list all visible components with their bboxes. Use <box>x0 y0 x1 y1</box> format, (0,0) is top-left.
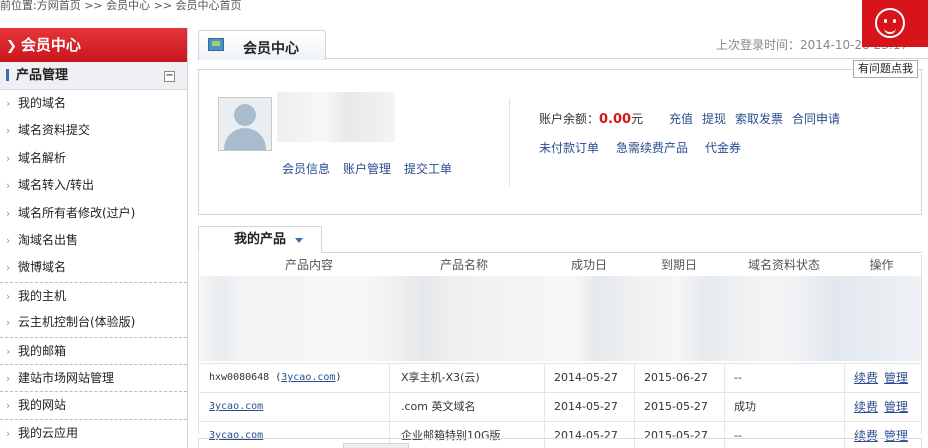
row-actions: 续费 管理 <box>854 393 914 422</box>
domain-link[interactable]: 3ycao.com <box>209 401 263 412</box>
sidebar-item-domain-sale[interactable]: 淘域名出售 <box>0 227 187 254</box>
unpaid-orders-link[interactable]: 未付款订单 <box>539 141 599 155</box>
balance-label: 账户余额： <box>539 112 600 126</box>
col-header-status: 域名资料状态 <box>747 258 820 272</box>
product-content: 3ycao.com <box>209 393 263 421</box>
product-name: X享主机-X3(云) <box>401 371 480 384</box>
row-actions: 续费 管理 <box>854 364 914 393</box>
col-header-content: 产品内容 <box>284 258 333 272</box>
products-tab-label: 我的产品 <box>234 232 287 247</box>
member-info-link[interactable]: 会员信息 <box>282 162 330 176</box>
account-panel: 会员信息 账户管理 提交工单 账户余额：0.00元 充值 提现 索取发票 合同申请 未付款… <box>198 69 922 215</box>
sidebar-item-domain-transfer[interactable]: 域名转入/转出 <box>0 172 187 199</box>
avatar-head-icon <box>234 104 256 126</box>
account-links: 会员信息 账户管理 提交工单 <box>282 160 465 177</box>
products-table: 产品内容 产品名称 成功日 到期日 域名资料状态 操作 hxw0080648 (… <box>198 254 922 448</box>
vouchers-link[interactable]: 代金券 <box>705 141 741 155</box>
blurred-rows <box>199 276 921 361</box>
renew-link[interactable]: 续费 <box>854 400 878 414</box>
balance-unit: 元 <box>631 112 644 126</box>
content-prefix: hxw0080648 ( <box>209 372 282 383</box>
order-links: 未付款订单 急需续费产品 代金券 <box>539 139 758 156</box>
cell-divider <box>544 364 545 392</box>
sidebar-group-product-management[interactable]: 产品管理 − <box>0 62 187 90</box>
sidebar-item-cloud-apps[interactable]: 我的云应用 <box>0 418 187 447</box>
cell-divider <box>389 393 390 421</box>
col-header-start: 成功日 <box>570 258 607 272</box>
tab-member-center[interactable]: 会员中心 <box>198 30 326 60</box>
tab-my-products[interactable]: 我的产品 <box>198 226 322 253</box>
cell-divider <box>844 364 845 392</box>
arrow-right-icon: ❯ <box>6 39 17 54</box>
withdraw-link[interactable]: 提现 <box>702 112 726 126</box>
manage-link[interactable]: 管理 <box>884 371 908 385</box>
account-manage-link[interactable]: 账户管理 <box>343 162 391 176</box>
breadcrumb: 前位置:方网首页 >> 会员中心 >> 会员中心首页 <box>0 0 242 12</box>
sidebar-item-domain-info-submit[interactable]: 域名资料提交 <box>0 117 187 144</box>
next-panel-edge <box>198 438 922 448</box>
cell-divider <box>634 393 635 421</box>
contract-link[interactable]: 合同申请 <box>792 112 840 126</box>
cell-divider <box>634 364 635 392</box>
cell-divider <box>389 364 390 392</box>
sidebar-item-domain-dns[interactable]: 域名解析 <box>0 145 187 172</box>
sidebar-item-my-hosts[interactable]: 我的主机 <box>0 281 187 310</box>
sidebar-item-my-mailbox[interactable]: 我的邮箱 <box>0 336 187 365</box>
main-tab-bar: 会员中心 上次登录时间：2014-10-28 23:17 <box>198 28 928 60</box>
submit-ticket-link[interactable]: 提交工单 <box>404 162 452 176</box>
col-header-end: 到期日 <box>660 258 697 272</box>
help-button[interactable] <box>862 0 928 47</box>
divider <box>509 98 510 186</box>
end-date: 2015-06-27 <box>644 371 708 384</box>
avatar[interactable] <box>218 97 272 151</box>
col-header-name: 产品名称 <box>439 258 488 272</box>
cell-divider <box>724 364 725 392</box>
customer-service-icon <box>875 8 905 38</box>
tab-label: 会员中心 <box>243 41 299 57</box>
start-date: 2014-05-27 <box>554 400 618 413</box>
table-row: hxw0080648 (3ycao.com) X享主机-X3(云) 2014-0… <box>199 363 921 392</box>
member-center-page: 前位置:方网首页 >> 会员中心 >> 会员中心首页 ❯ 会员中心 产品管理 − … <box>0 0 928 448</box>
invoice-link[interactable]: 索取发票 <box>735 112 783 126</box>
table-row: 3ycao.com .com 英文域名 2014-05-27 2015-05-2… <box>199 392 921 421</box>
sidebar-title[interactable]: ❯ 会员中心 <box>0 28 187 62</box>
blurred-username <box>277 92 395 142</box>
collapse-icon[interactable]: − <box>164 71 175 82</box>
col-header-ops: 操作 <box>869 258 894 272</box>
domain-status: 成功 <box>734 400 756 413</box>
manage-link[interactable]: 管理 <box>884 400 908 414</box>
sidebar-title-label: 会员中心 <box>20 36 81 54</box>
product-content: hxw0080648 (3ycao.com) <box>209 364 341 392</box>
renewal-products-link[interactable]: 急需续费产品 <box>616 141 688 155</box>
sidebar-group-label: 产品管理 <box>16 68 69 83</box>
sidebar-item-weibo-domain[interactable]: 微博域名 <box>0 254 187 281</box>
domain-link[interactable]: 3ycao.com <box>281 372 335 383</box>
domain-status: -- <box>734 371 742 384</box>
recharge-link[interactable]: 充值 <box>669 112 693 126</box>
avatar-body-icon <box>224 128 266 150</box>
renew-link[interactable]: 续费 <box>854 371 878 385</box>
cell-divider <box>844 393 845 421</box>
content-suffix: ) <box>335 372 342 383</box>
sidebar-item-site-market[interactable]: 建站市场网站管理 <box>0 363 187 392</box>
sidebar-item-my-website[interactable]: 我的网站 <box>0 391 187 420</box>
caret-down-icon <box>295 238 303 243</box>
cell-divider <box>724 393 725 421</box>
balance-value: 0.00 <box>599 112 632 127</box>
start-date: 2014-05-27 <box>554 371 618 384</box>
sidebar-item-domain-owner-change[interactable]: 域名所有者修改(过户) <box>0 200 187 227</box>
member-card-icon <box>208 38 224 51</box>
end-date: 2015-05-27 <box>644 400 708 413</box>
balance-row: 账户余额：0.00元 充值 提现 索取发票 合同申请 <box>539 110 840 127</box>
cell-divider <box>544 393 545 421</box>
product-name: .com 英文域名 <box>401 400 476 413</box>
sidebar: ❯会员中心 产品管理 − 我的域名 域名资料提交 域名解析 域名转入/转出 域名… <box>0 28 188 448</box>
products-tab-bar: 我的产品 <box>198 226 922 253</box>
main-content: 会员中心 上次登录时间：2014-10-28 23:17 会员信息 账户管理 提交工… <box>198 28 928 448</box>
sidebar-item-my-domains[interactable]: 我的域名 <box>0 90 187 117</box>
sidebar-item-cloud-console[interactable]: 云主机控制台(体验版) <box>0 309 187 336</box>
group-marker-icon <box>6 68 9 81</box>
help-tooltip[interactable]: 有问题点我 <box>853 60 918 78</box>
